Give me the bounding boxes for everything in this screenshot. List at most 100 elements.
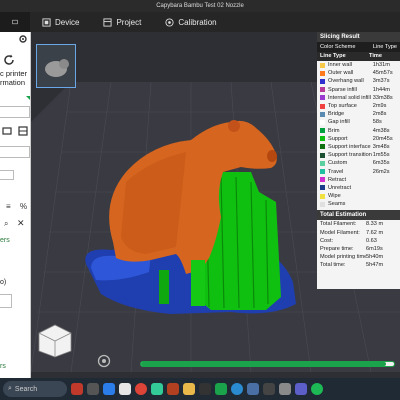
sidebar-close-icon[interactable]: ✕: [17, 218, 25, 229]
estimation-value: 7.62 m: [366, 229, 384, 236]
line-type-row[interactable]: Outer wall 45m57s: [317, 69, 400, 77]
line-type-swatch[interactable]: [320, 177, 325, 183]
line-type-time: 3m48s: [372, 143, 390, 150]
chat-icon[interactable]: [295, 383, 307, 395]
percent-label: %: [20, 202, 28, 211]
refresh-icon[interactable]: [3, 54, 15, 66]
tab-device-label: Device: [55, 17, 80, 27]
taskbar-search[interactable]: ⌕ Search: [3, 381, 67, 397]
line-type-swatch[interactable]: [320, 193, 325, 199]
sidebar-input-1[interactable]: [0, 106, 30, 118]
slicer-app-icon[interactable]: [215, 383, 227, 395]
line-type-name: Bridge: [328, 111, 345, 118]
line-type-swatch[interactable]: [320, 201, 325, 207]
line-type-row[interactable]: Support 20m45s: [317, 135, 400, 143]
line-type-swatch[interactable]: [320, 119, 325, 125]
sidebar-list-icon[interactable]: ≡: [6, 202, 11, 211]
sidebar-fragment-rs: rs: [0, 363, 6, 370]
photo-icon[interactable]: [167, 383, 179, 395]
line-type-row[interactable]: Bridge 2m8s: [317, 110, 400, 118]
game-icon[interactable]: [263, 383, 275, 395]
app-icon[interactable]: [151, 383, 163, 395]
capybara-ear: [228, 120, 240, 132]
media-icon[interactable]: [119, 383, 131, 395]
chrome-icon[interactable]: [135, 383, 147, 395]
line-type-swatch[interactable]: [320, 78, 325, 84]
estimation-label: Total Filament:: [320, 221, 357, 228]
terminal-icon[interactable]: [199, 383, 211, 395]
tab-device[interactable]: Device: [30, 12, 91, 32]
sidebar-select[interactable]: [0, 294, 12, 308]
capybara-nose: [267, 150, 277, 162]
line-type-name: Seams: [328, 201, 346, 208]
store-icon[interactable]: [247, 383, 259, 395]
line-type-swatch[interactable]: [320, 95, 325, 101]
line-type-row[interactable]: Retract: [317, 176, 400, 184]
line-type-time: 33m38s: [372, 94, 393, 101]
line-type-row[interactable]: Inner wall 1h31m: [317, 61, 400, 69]
line-type-name: Overhang wall: [328, 78, 364, 85]
back-support-pillar: [159, 270, 169, 304]
line-type-swatch[interactable]: [320, 160, 325, 166]
line-type-swatch[interactable]: [320, 136, 325, 142]
file-explorer-icon[interactable]: [183, 383, 195, 395]
zoom-fit-icon[interactable]: [97, 354, 111, 368]
line-type-list: Inner wall 1h31m Outer wall 45m57s Overhang …: [317, 61, 400, 208]
task-view-icon[interactable]: [87, 383, 99, 395]
plate-thumbnail[interactable]: [36, 44, 76, 88]
browser-icon[interactable]: [103, 383, 115, 395]
line-type-swatch[interactable]: [320, 111, 325, 117]
sidebar-search-icon[interactable]: ⌕: [4, 219, 8, 229]
estimation-list: Total Filament: 8.33 m Model Filament: 7.62…: [317, 220, 400, 269]
line-type-swatch[interactable]: [320, 185, 325, 191]
line-type-name: Inner wall: [328, 62, 352, 69]
sidebar-input-3[interactable]: [0, 170, 14, 180]
line-type-name: Gap infill: [328, 119, 350, 126]
line-type-swatch[interactable]: [320, 144, 325, 150]
view-cube-icon[interactable]: [36, 323, 74, 359]
estimation-row: Cost: 0.63: [317, 237, 400, 245]
estimation-label: Cost:: [320, 237, 334, 244]
edge-icon[interactable]: [231, 383, 243, 395]
settings-gear-icon[interactable]: [18, 34, 28, 44]
estimation-value: 0.63: [366, 237, 377, 244]
tab-calibration[interactable]: Calibration: [153, 12, 228, 32]
line-type-time: 58s: [372, 119, 382, 126]
line-type-row[interactable]: Custom 6m35s: [317, 159, 400, 167]
estimation-title: Total Estimation: [317, 210, 400, 221]
line-type-swatch[interactable]: [320, 70, 325, 76]
line-type-name: Outer wall: [328, 70, 354, 77]
line-type-swatch[interactable]: [320, 62, 325, 68]
line-type-row[interactable]: Seams: [317, 200, 400, 208]
search-icon: ⌕: [8, 385, 12, 392]
line-type-name: Brim: [328, 127, 340, 134]
line-type-row[interactable]: Top surface 2m9s: [317, 102, 400, 110]
tab-project[interactable]: Project: [91, 12, 153, 32]
line-type-row[interactable]: Internal solid infill 33m38s: [317, 94, 400, 102]
line-type-row[interactable]: Gap infill 58s: [317, 118, 400, 126]
line-type-time: 3m37s: [372, 78, 390, 85]
line-type-row[interactable]: Support interface 3m48s: [317, 143, 400, 151]
line-type-row[interactable]: Unretract: [317, 184, 400, 192]
filament-icon[interactable]: [18, 126, 28, 136]
notes-icon[interactable]: [279, 383, 291, 395]
line-type-row[interactable]: Brim 4m38s: [317, 127, 400, 135]
line-type-row[interactable]: Sparse infill 1h44m: [317, 86, 400, 94]
line-type-swatch[interactable]: [320, 128, 325, 134]
color-scheme-select[interactable]: Line Type: [373, 42, 397, 52]
sidebar-input-2[interactable]: [0, 146, 30, 158]
print-settings-icon[interactable]: [2, 126, 12, 136]
color-scheme-row[interactable]: Color Scheme Line Type: [317, 42, 400, 52]
line-type-swatch[interactable]: [320, 152, 325, 158]
line-type-row[interactable]: Travel 26m2s: [317, 167, 400, 175]
line-type-swatch[interactable]: [320, 103, 325, 109]
tab-home[interactable]: [0, 12, 30, 32]
music-icon[interactable]: [311, 383, 323, 395]
line-type-row[interactable]: Wipe: [317, 192, 400, 200]
line-type-time: 20m45s: [372, 135, 393, 142]
line-type-swatch[interactable]: [320, 87, 325, 93]
widget-icon[interactable]: [71, 383, 83, 395]
line-type-row[interactable]: Support transition 1m55s: [317, 151, 400, 159]
line-type-row[interactable]: Overhang wall 3m37s: [317, 77, 400, 85]
line-type-swatch[interactable]: [320, 169, 325, 175]
